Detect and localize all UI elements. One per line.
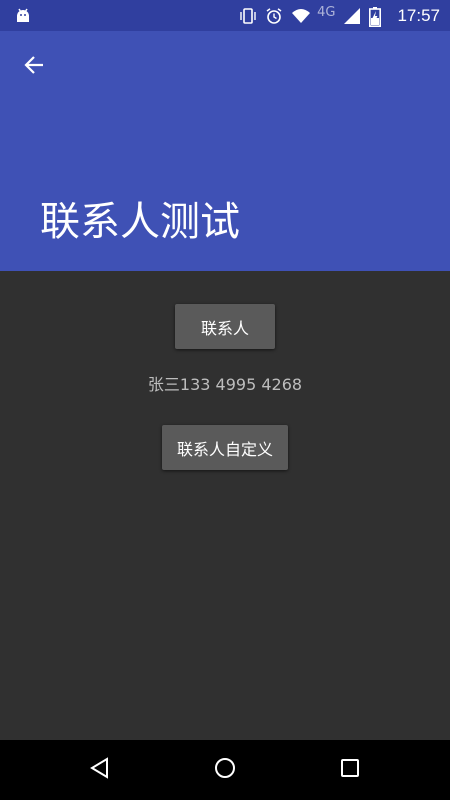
network-type-label: 4G [317, 5, 336, 20]
battery-charging-icon [369, 6, 387, 27]
wifi-icon [291, 7, 311, 25]
status-clock: 17:57 [397, 5, 440, 25]
nav-recent-icon [338, 756, 362, 784]
nav-home-icon [213, 756, 237, 784]
cell-signal-icon [343, 7, 361, 25]
android-debug-icon [14, 6, 32, 24]
nav-back-button[interactable] [80, 750, 120, 790]
navigation-bar [0, 740, 450, 800]
custom-contacts-button[interactable]: 联系人自定义 [162, 425, 288, 470]
alarm-icon [265, 7, 283, 25]
nav-recent-button[interactable] [330, 750, 370, 790]
contact-result-text: 张三133 4995 4268 [147, 375, 303, 394]
app-bar: 联系人测试 [0, 31, 450, 271]
main-content: 联系人 张三133 4995 4268 联系人自定义 [0, 271, 450, 740]
back-button[interactable] [14, 47, 54, 87]
status-bar: 4G 17:57 [0, 0, 450, 31]
app-title: 联系人测试 [40, 199, 240, 245]
nav-back-icon [88, 756, 112, 784]
back-arrow-icon [22, 53, 46, 81]
nav-home-button[interactable] [205, 750, 245, 790]
contacts-button[interactable]: 联系人 [175, 304, 275, 349]
status-icons: 4G 17:57 [239, 0, 440, 31]
vibrate-icon [239, 7, 257, 25]
